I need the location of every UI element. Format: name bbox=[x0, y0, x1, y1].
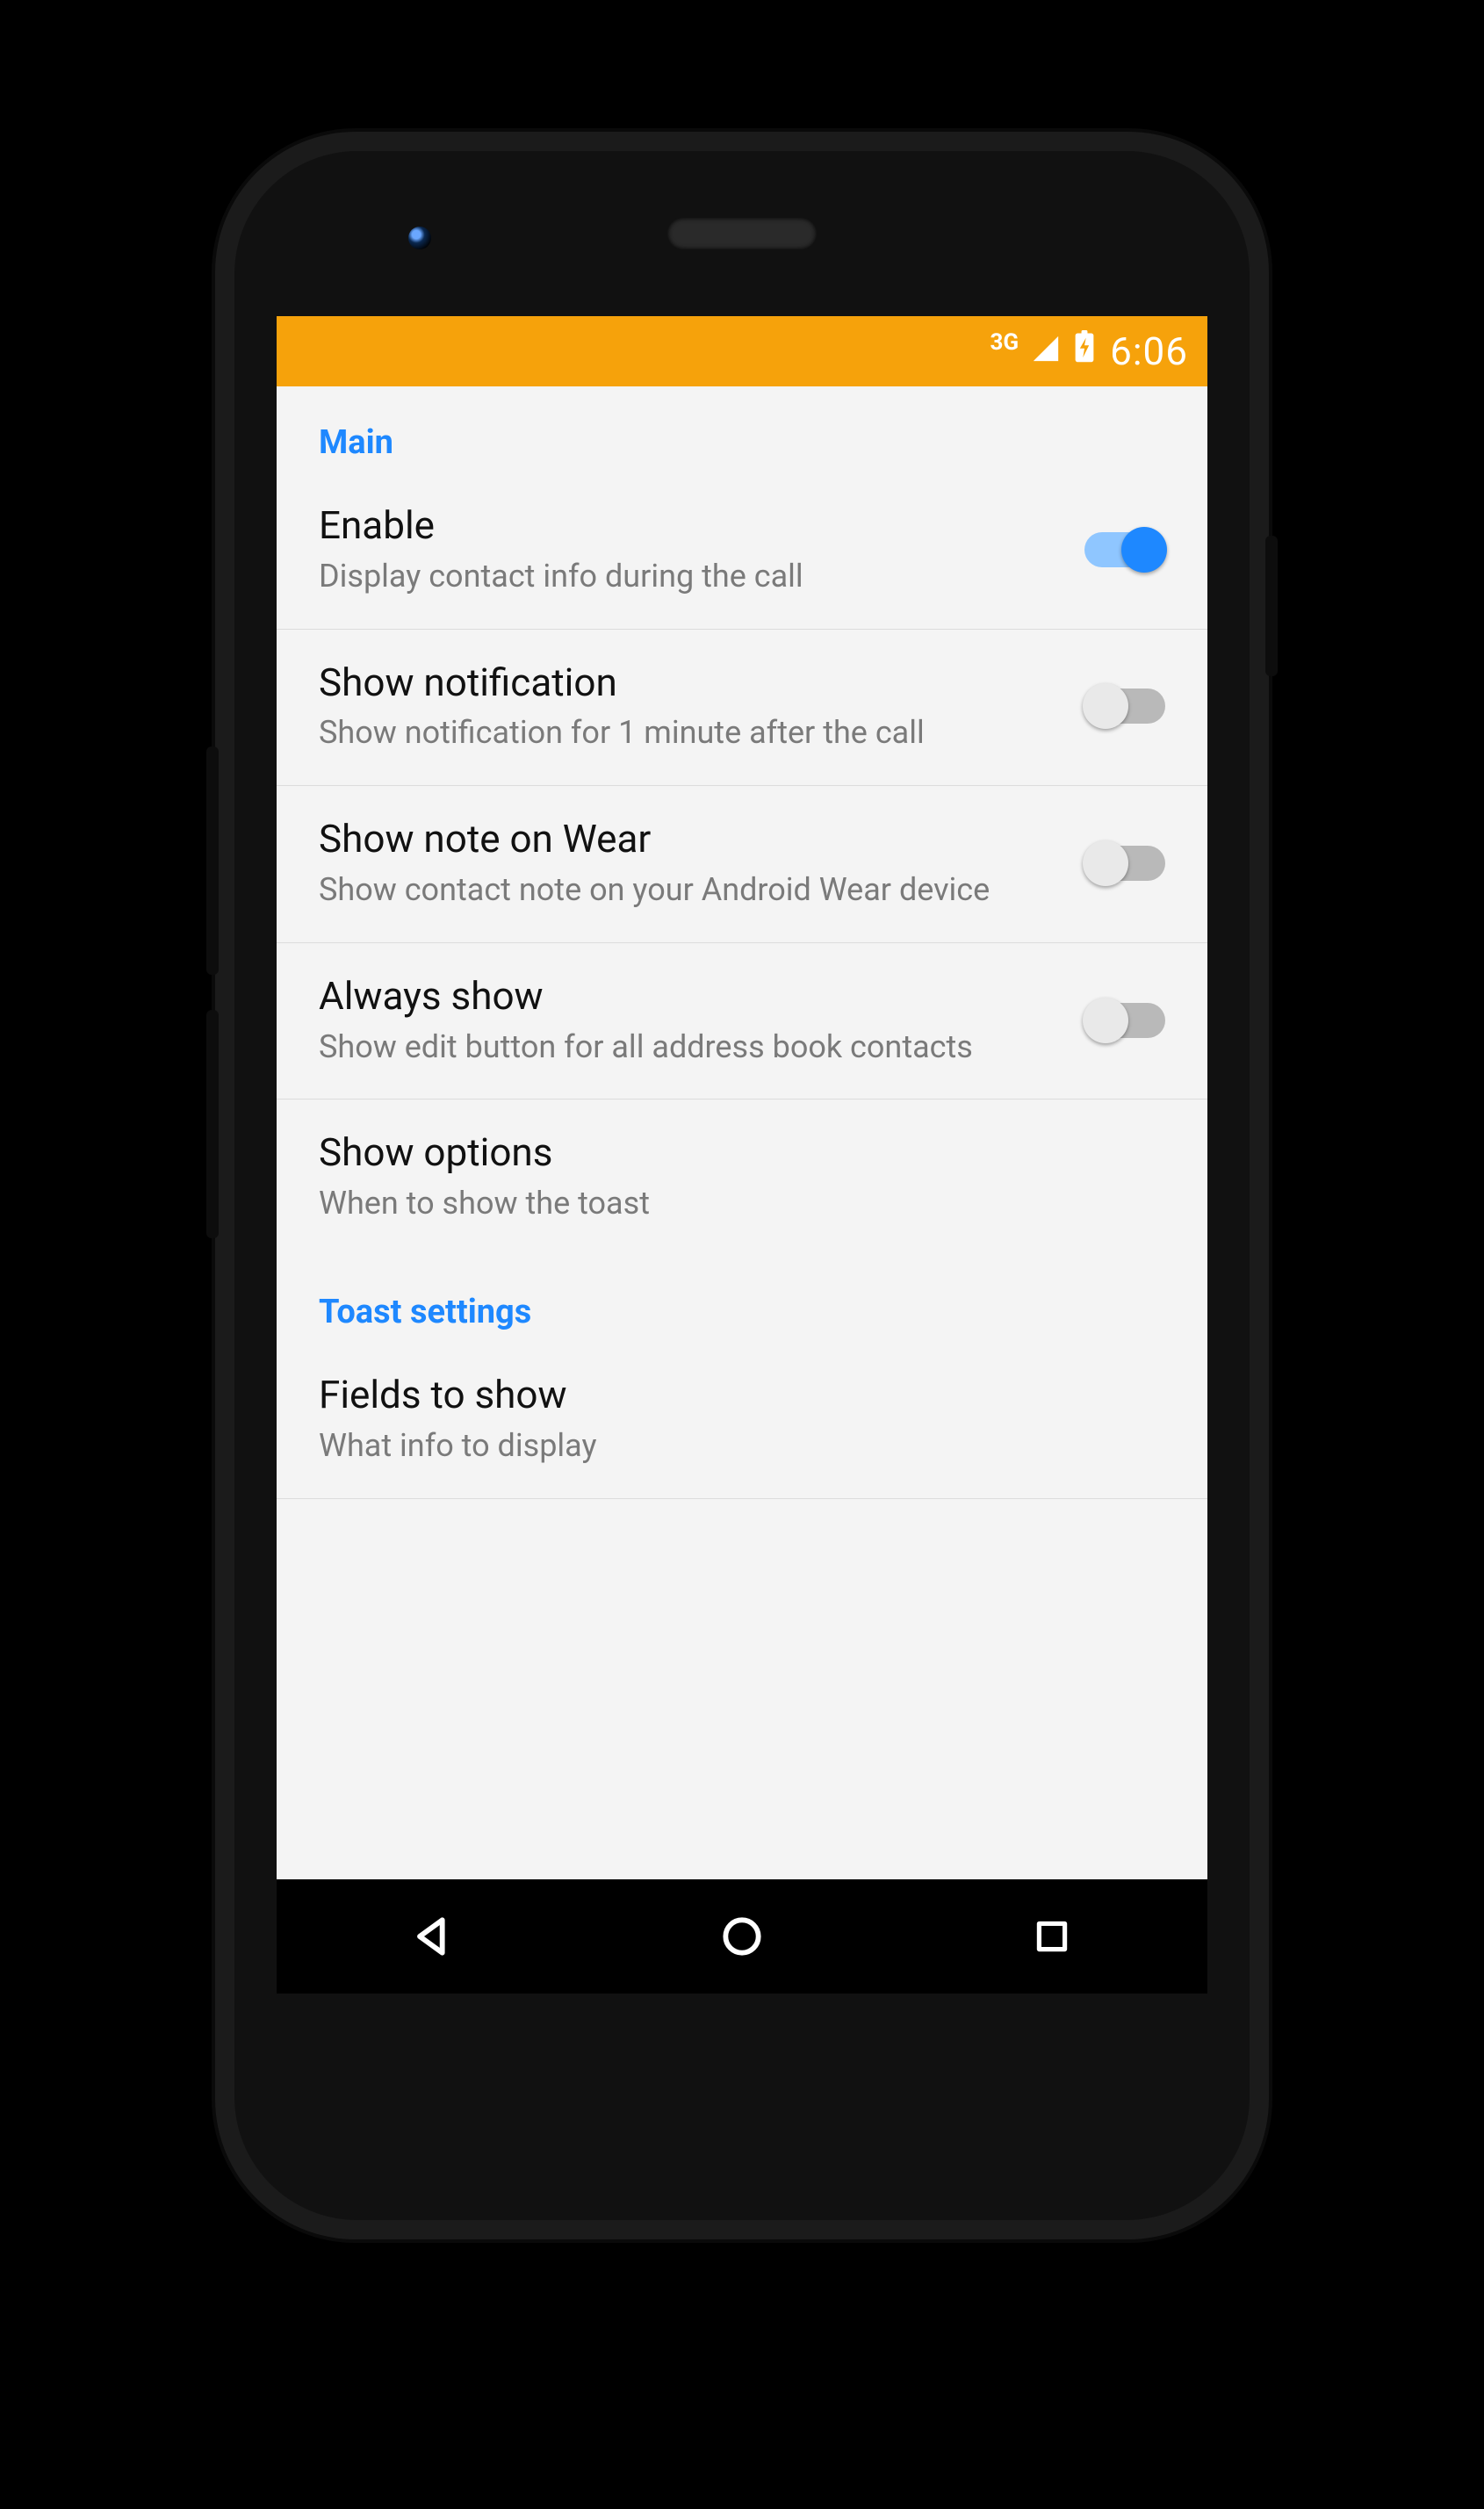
setting-fields-to-show[interactable]: Fields to show What info to display bbox=[277, 1342, 1207, 1499]
setting-subtitle: Show notification for 1 minute after the… bbox=[319, 712, 1067, 753]
cellular-signal-icon bbox=[1031, 331, 1061, 372]
nav-back-button[interactable] bbox=[401, 1906, 463, 1967]
setting-subtitle: When to show the toast bbox=[319, 1183, 1165, 1224]
setting-title: Fields to show bbox=[319, 1372, 1165, 1418]
setting-title: Show note on Wear bbox=[319, 816, 1067, 862]
phone-volume-up bbox=[206, 746, 219, 975]
setting-title: Enable bbox=[319, 502, 1067, 549]
phone-power-button bbox=[1265, 536, 1278, 676]
toggle-enable[interactable] bbox=[1084, 532, 1165, 567]
phone-front-camera bbox=[408, 227, 431, 249]
toggle-show-note-on-wear[interactable] bbox=[1084, 846, 1165, 881]
setting-subtitle: Show edit button for all address book co… bbox=[319, 1027, 1067, 1068]
phone-volume-down bbox=[206, 1010, 219, 1238]
status-icons: 3G bbox=[991, 330, 1097, 372]
battery-charging-icon bbox=[1073, 330, 1096, 372]
setting-subtitle: What info to display bbox=[319, 1425, 1165, 1467]
status-clock: 6:06 bbox=[1110, 328, 1188, 374]
nav-home-button[interactable] bbox=[711, 1906, 773, 1967]
status-bar: 3G 6:06 bbox=[277, 316, 1207, 386]
setting-title: Always show bbox=[319, 973, 1067, 1020]
setting-show-note-on-wear[interactable]: Show note on Wear Show contact note on y… bbox=[277, 786, 1207, 943]
setting-title: Show options bbox=[319, 1129, 1165, 1176]
section-header-main: Main bbox=[277, 386, 1207, 472]
phone-screen: 3G 6:06 Main Enable bbox=[277, 316, 1207, 1994]
setting-subtitle: Display contact info during the call bbox=[319, 556, 1067, 597]
network-type-label: 3G bbox=[991, 329, 1019, 356]
setting-title: Show notification bbox=[319, 660, 1067, 706]
phone-earpiece bbox=[667, 218, 817, 249]
section-header-toast-settings: Toast settings bbox=[277, 1256, 1207, 1342]
toggle-show-notification[interactable] bbox=[1084, 689, 1165, 724]
nav-recent-button[interactable] bbox=[1021, 1906, 1083, 1967]
setting-subtitle: Show contact note on your Android Wear d… bbox=[319, 869, 1067, 911]
setting-show-options[interactable]: Show options When to show the toast bbox=[277, 1099, 1207, 1256]
setting-enable[interactable]: Enable Display contact info during the c… bbox=[277, 472, 1207, 630]
toggle-always-show[interactable] bbox=[1084, 1003, 1165, 1038]
navigation-bar bbox=[277, 1879, 1207, 1994]
setting-always-show[interactable]: Always show Show edit button for all add… bbox=[277, 943, 1207, 1100]
settings-list[interactable]: Main Enable Display contact info during … bbox=[277, 386, 1207, 1499]
setting-show-notification[interactable]: Show notification Show notification for … bbox=[277, 630, 1207, 787]
phone-frame: 3G 6:06 Main Enable bbox=[215, 132, 1269, 2239]
